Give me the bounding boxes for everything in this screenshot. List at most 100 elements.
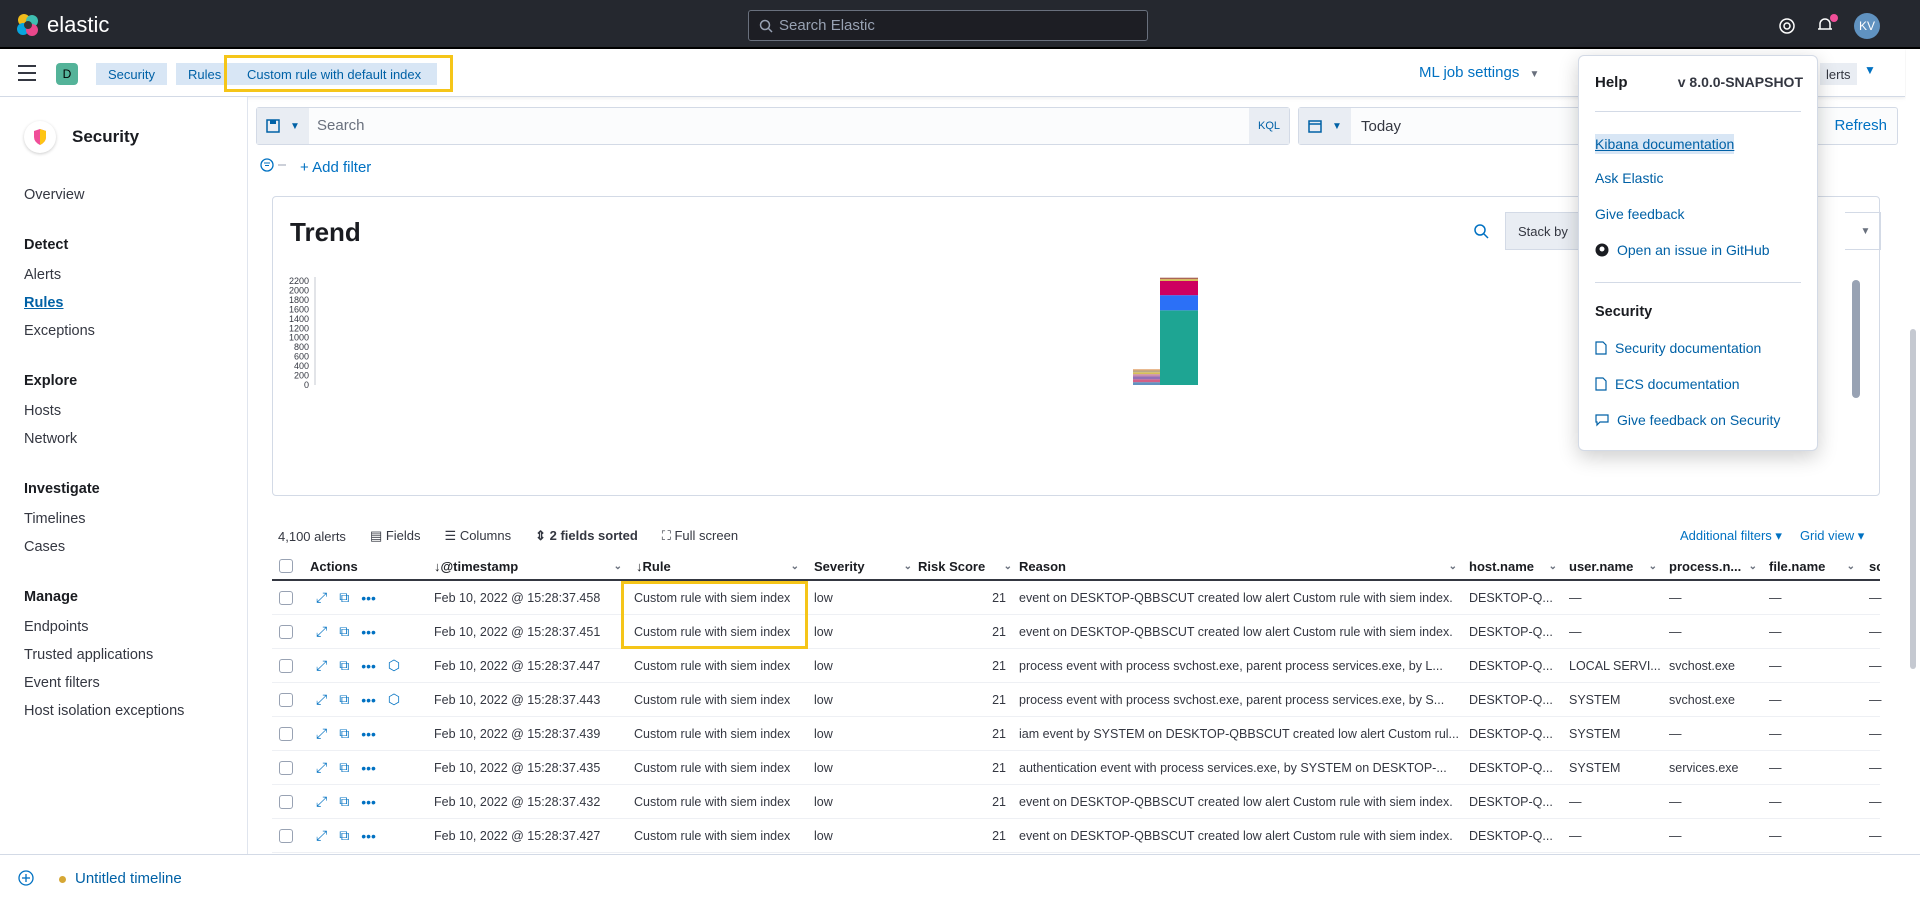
select-all-checkbox[interactable] — [279, 553, 293, 579]
session-view-icon[interactable]: ⬡ — [388, 691, 400, 708]
more-actions-icon[interactable]: ••• — [361, 726, 376, 742]
table-row[interactable]: ⤢ ⧉ ••• Feb 10, 2022 @ 15:28:37.432 Custom r… — [272, 785, 1882, 819]
row-checkbox[interactable] — [279, 683, 293, 716]
row-checkbox[interactable] — [279, 649, 293, 682]
bar-segment[interactable] — [1160, 279, 1198, 281]
header-risk-score[interactable]: Risk Score ⌄ — [918, 553, 1014, 579]
more-actions-icon[interactable]: ••• — [361, 590, 376, 606]
analyze-tree-icon[interactable]: ⧉ — [339, 827, 349, 844]
row-checkbox[interactable] — [279, 785, 293, 818]
table-row[interactable]: ⤢ ⧉ ••• Feb 10, 2022 @ 15:28:37.427 Custom r… — [272, 819, 1882, 853]
sidebar-item-host-isolation[interactable]: Host isolation exceptions — [24, 703, 184, 719]
github-issue-link[interactable]: Open an issue in GitHub — [1595, 242, 1770, 258]
fullscreen-button[interactable]: ⛶ Full screen — [662, 528, 738, 544]
space-avatar[interactable]: D — [56, 63, 78, 85]
expand-icon[interactable]: ⤢ — [316, 623, 327, 640]
row-checkbox[interactable] — [279, 615, 293, 648]
session-view-icon[interactable]: ⬡ — [388, 657, 400, 674]
security-docs-link[interactable]: Security documentation — [1595, 340, 1761, 356]
header-severity[interactable]: Severity ⌄ — [814, 553, 914, 579]
grid-view-button[interactable]: Grid view ▾ — [1800, 528, 1864, 544]
sidebar-item-hosts[interactable]: Hosts — [24, 403, 61, 419]
header-timestamp[interactable]: ↓ @timestamp ⌄ — [434, 553, 624, 579]
expand-icon[interactable]: ⤢ — [316, 827, 327, 844]
header-file-name[interactable]: file.name ⌄ — [1769, 553, 1857, 579]
analyze-tree-icon[interactable]: ⧉ — [339, 589, 349, 606]
sidebar-item-cases[interactable]: Cases — [24, 539, 65, 555]
header-rule[interactable]: ↓ Rule ⌄ — [636, 553, 801, 579]
timeline-title-link[interactable]: Untitled timeline — [75, 870, 182, 887]
user-avatar[interactable]: KV — [1854, 13, 1880, 39]
elastic-logo[interactable]: elastic — [15, 12, 109, 38]
sidebar-item-alerts[interactable]: Alerts — [24, 267, 61, 283]
header-host-name[interactable]: host.name ⌄ — [1469, 553, 1559, 579]
add-filter-button[interactable]: + Add filter — [300, 159, 371, 176]
header-reason[interactable]: Reason ⌄ — [1019, 553, 1459, 579]
analyze-tree-icon[interactable]: ⧉ — [339, 725, 349, 742]
table-row[interactable]: ⤢ ⧉ ••• ⬡ Feb 10, 2022 @ 15:28:37.447 Custom … — [272, 649, 1882, 683]
table-row[interactable]: ⤢ ⧉ ••• Feb 10, 2022 @ 15:28:37.458 Custom r… — [272, 581, 1882, 615]
sidebar-item-event-filters[interactable]: Event filters — [24, 675, 100, 691]
more-actions-icon[interactable]: ••• — [361, 658, 376, 674]
bar-segment[interactable] — [1160, 281, 1198, 296]
more-actions-icon[interactable]: ••• — [361, 760, 376, 776]
table-row[interactable]: ⤢ ⧉ ••• Feb 10, 2022 @ 15:28:37.451 Custom r… — [272, 615, 1882, 649]
table-row[interactable]: ⤢ ⧉ ••• Feb 10, 2022 @ 15:28:37.435 Custom r… — [272, 751, 1882, 785]
analyze-tree-icon[interactable]: ⧉ — [339, 793, 349, 810]
expand-icon[interactable]: ⤢ — [316, 725, 327, 742]
sidebar-item-trusted-apps[interactable]: Trusted applications — [24, 647, 153, 663]
sidebar-item-exceptions[interactable]: Exceptions — [24, 323, 95, 339]
ecs-docs-link[interactable]: ECS documentation — [1595, 376, 1740, 392]
row-checkbox[interactable] — [279, 751, 293, 784]
sort-button[interactable]: ⇕ 2 fields sorted — [535, 528, 638, 544]
row-checkbox[interactable] — [279, 819, 293, 852]
analyze-tree-icon[interactable]: ⧉ — [339, 691, 349, 708]
bar-segment[interactable] — [1160, 310, 1198, 385]
more-actions-icon[interactable]: ••• — [361, 794, 376, 810]
header-process-name[interactable]: process.n... ⌄ — [1669, 553, 1759, 579]
ml-job-settings-button[interactable]: ML job settings ▼ — [1419, 64, 1539, 81]
additional-filters-button[interactable]: Additional filters ▾ — [1680, 528, 1782, 544]
analyze-tree-icon[interactable]: ⧉ — [339, 759, 349, 776]
news-feed-button[interactable] — [1816, 13, 1838, 37]
date-range-value[interactable]: Today — [1361, 118, 1401, 135]
expand-icon[interactable]: ⤢ — [316, 657, 327, 674]
help-icon[interactable] — [1778, 17, 1796, 35]
more-actions-icon[interactable]: ••• — [361, 692, 376, 708]
analyze-tree-icon[interactable]: ⧉ — [339, 657, 349, 674]
alerts-tab-button[interactable]: lerts — [1820, 63, 1857, 85]
kql-toggle[interactable]: KQL — [1249, 108, 1289, 144]
header-extra[interactable]: sc — [1869, 553, 1880, 579]
kibana-docs-link[interactable]: Kibana documentation — [1595, 134, 1735, 154]
table-row[interactable]: ⤢ ⧉ ••• Feb 10, 2022 @ 15:28:37.439 Custom r… — [272, 717, 1882, 751]
global-search-input[interactable]: Search Elastic — [748, 10, 1148, 41]
expand-icon[interactable]: ⤢ — [316, 691, 327, 708]
add-timeline-icon[interactable] — [18, 870, 34, 886]
analyze-tree-icon[interactable]: ⧉ — [339, 623, 349, 640]
feedback-security-link[interactable]: Give feedback on Security — [1595, 412, 1780, 428]
give-feedback-link[interactable]: Give feedback — [1595, 206, 1685, 222]
sidebar-item-overview[interactable]: Overview — [24, 187, 84, 203]
query-search-input[interactable]: Search — [317, 117, 365, 134]
header-user-name[interactable]: user.name ⌄ — [1569, 553, 1659, 579]
row-checkbox[interactable] — [279, 717, 293, 750]
date-quick-menu-button[interactable]: ▼ — [1299, 108, 1351, 144]
page-scrollbar[interactable] — [1906, 49, 1920, 854]
sidebar-item-endpoints[interactable]: Endpoints — [24, 619, 89, 635]
filter-options-icon[interactable] — [260, 158, 294, 172]
more-actions-icon[interactable]: ••• — [361, 624, 376, 640]
menu-toggle-icon[interactable] — [18, 65, 36, 81]
bar-segment[interactable] — [1160, 295, 1198, 311]
ask-elastic-link[interactable]: Ask Elastic — [1595, 170, 1663, 186]
columns-button[interactable]: ☰ Columns — [445, 528, 512, 544]
table-row[interactable]: ⤢ ⧉ ••• ⬡ Feb 10, 2022 @ 15:28:37.443 Custom … — [272, 683, 1882, 717]
saved-query-button[interactable]: ▼ — [257, 108, 309, 144]
breadcrumb-security[interactable]: Security — [96, 63, 167, 85]
expand-icon[interactable]: ⤢ — [316, 589, 327, 606]
chevron-down-icon[interactable]: ▼ — [1864, 63, 1876, 77]
row-checkbox[interactable] — [279, 581, 293, 614]
sidebar-item-network[interactable]: Network — [24, 431, 77, 447]
expand-icon[interactable]: ⤢ — [316, 759, 327, 776]
fields-button[interactable]: ▤ Fields — [370, 528, 421, 544]
sidebar-item-rules[interactable]: Rules — [24, 295, 64, 311]
